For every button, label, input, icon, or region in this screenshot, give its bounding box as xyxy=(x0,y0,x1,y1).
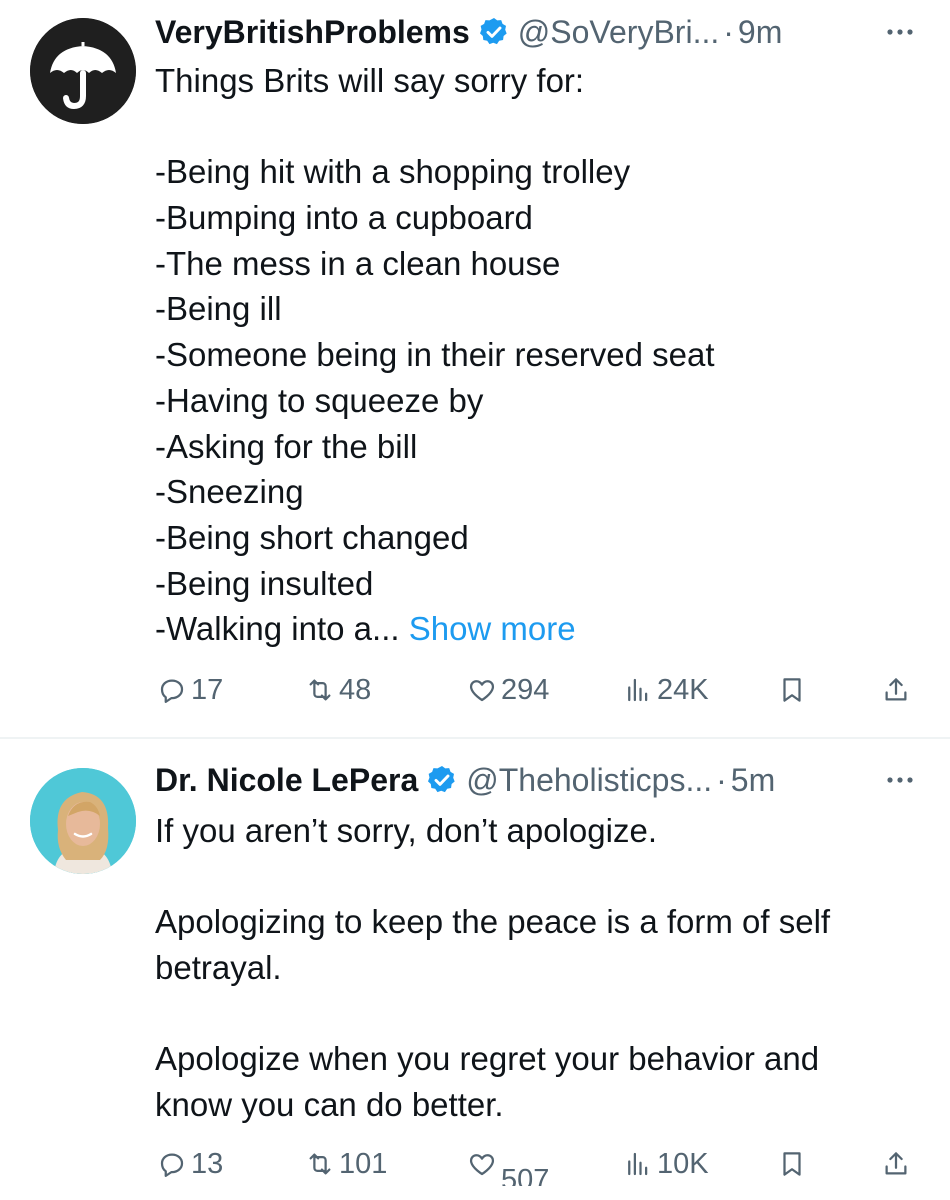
views-count: 10K xyxy=(657,1147,709,1180)
like-icon xyxy=(469,680,495,702)
reply-button[interactable]: 13 xyxy=(157,1142,223,1186)
action-bar: 13 101 507 507 10K xyxy=(155,1142,920,1186)
profile-photo xyxy=(30,768,136,874)
text-line: -Being short changed xyxy=(155,518,469,556)
umbrella-logo xyxy=(30,18,136,124)
tweet-text: If you aren’t sorry, don’t apologize. Ap… xyxy=(155,808,920,1128)
text-line: -Sneezing xyxy=(155,473,304,511)
text-line: betrayal. xyxy=(155,949,282,987)
like-count-old: 507 xyxy=(501,1142,549,1147)
share-icon xyxy=(885,1152,907,1175)
verified-badge-icon xyxy=(428,766,455,793)
show-more-link[interactable]: Show more xyxy=(409,610,576,647)
text-line: -Being hit with a shopping trolley xyxy=(155,153,631,191)
tweet[interactable]: Dr. Nicole LePera @Theholisticps... · 5m… xyxy=(0,738,950,1200)
more-button[interactable] xyxy=(880,12,920,52)
views-button[interactable]: 24K xyxy=(623,668,709,712)
retweet-button[interactable]: 101 xyxy=(305,1142,387,1186)
avatar[interactable] xyxy=(30,768,136,874)
reply-icon xyxy=(160,1153,184,1177)
more-button[interactable] xyxy=(880,760,920,800)
text-line: Apologize when you regret your behavior … xyxy=(155,1040,820,1078)
text-line: -Having to squeeze by xyxy=(155,381,484,419)
text-line: Apologizing to keep the peace is a form … xyxy=(155,903,831,941)
reply-icon xyxy=(160,679,184,703)
text-line: know you can do better. xyxy=(155,1086,504,1124)
truncated-text: -Walking into a... xyxy=(155,610,400,648)
text-line-blank xyxy=(155,104,920,150)
like-icon xyxy=(469,1154,495,1176)
share-button[interactable] xyxy=(881,668,915,712)
text-line: -Someone being in their reserved seat xyxy=(155,336,715,374)
text-line: -Asking for the bill xyxy=(155,427,418,465)
text-line-last: -Walking into a... Show more xyxy=(155,606,920,652)
share-icon xyxy=(885,678,907,701)
retweet-button[interactable]: 48 xyxy=(305,668,371,712)
like-button[interactable]: 294 xyxy=(467,668,549,712)
reply-button[interactable]: 17 xyxy=(157,668,223,712)
tweet-header: VeryBritishProblems @SoVeryBri... · 9m xyxy=(155,8,920,56)
bookmark-button[interactable] xyxy=(777,668,811,712)
separator-dot: · xyxy=(716,761,727,798)
like-button[interactable]: 507 507 xyxy=(467,1142,561,1186)
text-line: -Being insulted xyxy=(155,564,374,602)
views-count: 24K xyxy=(657,673,709,706)
separator-dot: · xyxy=(723,13,734,50)
bookmark-button[interactable] xyxy=(777,1142,811,1186)
author-handle[interactable]: @SoVeryBri... xyxy=(518,14,719,51)
views-icon xyxy=(628,1152,648,1176)
text-line: -Bumping into a cupboard xyxy=(155,199,533,237)
bookmark-icon xyxy=(783,678,801,702)
author-name[interactable]: Dr. Nicole LePera xyxy=(155,762,418,799)
bookmark-icon xyxy=(783,1152,801,1176)
timestamp[interactable]: 5m xyxy=(731,762,775,799)
text-line-blank xyxy=(155,991,920,1037)
more-icon xyxy=(887,777,913,783)
tweet-text: Things Brits will say sorry for: -Being … xyxy=(155,58,920,652)
text-line: Things Brits will say sorry for: xyxy=(155,62,585,99)
retweet-icon xyxy=(309,1153,331,1175)
views-icon xyxy=(628,678,648,702)
more-icon xyxy=(887,29,913,35)
text-line-blank xyxy=(155,854,920,900)
like-count: 294 xyxy=(501,673,550,706)
action-bar: 17 48 294 24K xyxy=(155,668,920,712)
reply-count: 13 xyxy=(191,1147,224,1180)
avatar[interactable] xyxy=(30,18,136,124)
reply-count: 17 xyxy=(191,673,224,706)
tweet[interactable]: VeryBritishProblems @SoVeryBri... · 9m T… xyxy=(0,0,950,738)
retweet-count: 48 xyxy=(339,673,372,706)
views-button[interactable]: 10K xyxy=(623,1142,709,1186)
like-count-animating: 507 507 xyxy=(501,1142,561,1186)
share-button[interactable] xyxy=(881,1142,915,1186)
like-count-new: 507 xyxy=(501,1164,550,1186)
text-line: If you aren’t sorry, don’t apologize. xyxy=(155,812,657,849)
text-line: -Being ill xyxy=(155,290,282,328)
author-handle[interactable]: @Theholisticps... xyxy=(466,762,712,799)
verified-badge-icon xyxy=(479,18,507,45)
text-line: -The mess in a clean house xyxy=(155,244,561,282)
retweet-icon xyxy=(309,679,331,701)
tweet-header: Dr. Nicole LePera @Theholisticps... · 5m xyxy=(155,756,920,804)
retweet-count: 101 xyxy=(339,1147,388,1180)
timestamp[interactable]: 9m xyxy=(738,14,782,51)
author-name[interactable]: VeryBritishProblems xyxy=(155,14,470,51)
